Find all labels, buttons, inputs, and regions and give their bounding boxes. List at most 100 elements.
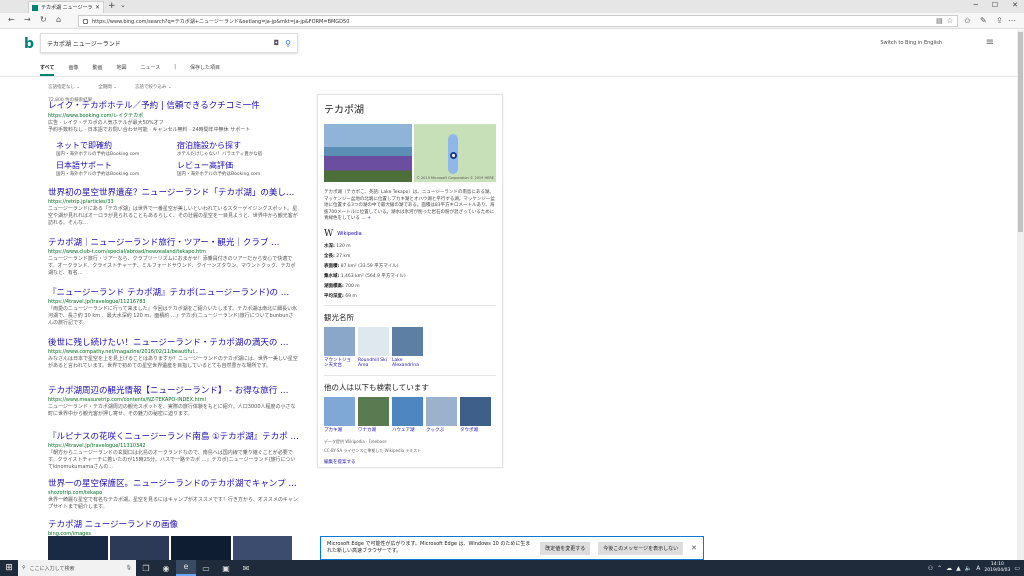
wikipedia-link[interactable]: Wikipedia xyxy=(337,231,361,237)
tab-news[interactable]: ニュース xyxy=(141,64,161,76)
image-thumbnail[interactable] xyxy=(232,536,292,560)
tab-saved[interactable]: 保存した項目 xyxy=(190,64,220,76)
sight-image[interactable] xyxy=(392,326,423,356)
people-image[interactable] xyxy=(426,396,457,426)
people-image[interactable] xyxy=(358,396,389,426)
task-view-icon[interactable]: ❐ xyxy=(136,564,156,573)
image-thumbnail[interactable] xyxy=(48,536,108,560)
volume-icon[interactable]: 🔈 xyxy=(965,565,972,572)
kp-wiki-source[interactable]: W Wikipedia xyxy=(324,229,496,239)
tray-chevron-icon[interactable]: ⌃ xyxy=(937,565,942,572)
people-image[interactable] xyxy=(460,396,491,426)
result-url[interactable]: https://www.compathy.net/magazine/2016/0… xyxy=(48,349,298,355)
people-image[interactable] xyxy=(392,396,423,426)
result-title[interactable]: 世界一の星空保護区。ニュージーランドのテカポ湖でキャンプ … xyxy=(48,477,298,489)
kp-map[interactable]: © 2019 Microsoft Corporation © 2019 HERE xyxy=(414,124,496,182)
store-icon[interactable]: ▣ xyxy=(216,564,236,573)
chrome-icon[interactable]: ◉ xyxy=(156,564,176,573)
people-item[interactable]: タウポ湖 xyxy=(460,396,491,434)
kp-suggest-edit-link[interactable]: 編集を提案する xyxy=(324,459,496,465)
result-url[interactable]: https://retrip.jp/articles/33 xyxy=(48,199,298,205)
filter-language[interactable]: 言語指定なし ⌄ xyxy=(48,84,80,90)
filter-region[interactable]: 言語で絞り込み ⌄ xyxy=(135,84,172,90)
people-icon[interactable]: ⚇ xyxy=(928,565,933,572)
result-title[interactable]: 『ルピナスの花咲くニュージーランド南島 ①テカポ湖』テカポ … xyxy=(48,430,298,442)
deeplink-item[interactable]: 宿泊施設から探す ホテルだけじゃない！バラエティ豊かな宿 xyxy=(177,140,298,157)
people-label[interactable]: プカキ湖 xyxy=(324,428,355,434)
deeplink-title[interactable]: ネットで即確約 xyxy=(56,140,177,151)
result-title[interactable]: 世界初の星空世界遺産？ニュージーランド「テカポ湖」の美し… xyxy=(48,186,298,198)
bing-logo-icon[interactable]: b xyxy=(24,36,34,52)
result-url[interactable]: https://www.club-t.com/special/abroad/ne… xyxy=(48,249,298,255)
pen-icon[interactable]: ✎ xyxy=(980,16,987,25)
search-input[interactable]: テカポ湖 ニュージーランド ◘ ⚲ xyxy=(40,33,298,53)
result-title[interactable]: テカポ湖 ニュージーランドの画像 xyxy=(48,518,298,530)
camera-icon[interactable]: ◘ xyxy=(274,39,280,47)
people-item[interactable]: ハウェア湖 xyxy=(392,396,423,434)
people-item[interactable]: クックぷ xyxy=(426,396,457,434)
reading-view-icon[interactable]: ▤ xyxy=(936,17,943,25)
result-url[interactable]: https://www.measuretrip.com/contents/NZ-… xyxy=(48,397,298,403)
maximize-icon[interactable]: ☐ xyxy=(992,1,998,9)
share-icon[interactable]: ⇪ xyxy=(996,16,1003,25)
mail-icon[interactable]: ✉ xyxy=(236,564,256,573)
people-item[interactable]: プカキ湖 xyxy=(324,396,355,434)
sight-item[interactable]: Lake Alexandrina xyxy=(392,326,423,369)
browser-tab[interactable]: テカポ湖 ニュージーランド - B ✕ xyxy=(28,1,104,13)
people-label[interactable]: ワナカ湖 xyxy=(358,428,389,434)
result-url[interactable]: https://4travel.jp/travelogue/11310342 xyxy=(48,443,298,449)
ime-icon[interactable]: A xyxy=(976,565,980,572)
windows-start-icon[interactable]: ⊞ xyxy=(0,563,18,573)
people-label[interactable]: タウポ湖 xyxy=(460,428,491,434)
sight-item[interactable]: マウントジョン天文台 xyxy=(324,326,355,369)
favorite-star-icon[interactable]: ☆ xyxy=(947,17,953,25)
dont-show-again-button[interactable]: 今後このメッセージを表示しない xyxy=(598,541,684,555)
tab-videos[interactable]: 動画 xyxy=(92,64,102,76)
deeplink-item[interactable]: 日本語サポート 国内・海外ホテルの予約はBooking.com xyxy=(56,160,177,177)
close-tab-icon[interactable]: ✕ xyxy=(95,4,100,11)
filter-date[interactable]: 全期間 ⌄ xyxy=(98,84,117,90)
tab-all[interactable]: すべて xyxy=(40,64,55,76)
result-url[interactable]: https://www.booking.com/レイクテカポ xyxy=(48,112,298,119)
taskbar-clock[interactable]: 14:10 2019/04/03 xyxy=(984,562,1010,574)
tab-images[interactable]: 画像 xyxy=(68,64,78,76)
home-icon[interactable]: ⌂ xyxy=(56,15,61,24)
sight-label[interactable]: マウントジョン天文台 xyxy=(324,358,355,369)
deeplink-title[interactable]: 日本語サポート xyxy=(56,160,177,171)
result-title[interactable]: 後世に残し続けたい！ニュージーランド・テカポ湖の満天の … xyxy=(48,336,298,348)
deeplink-title[interactable]: レビュー高評価 xyxy=(177,160,298,171)
onedrive-icon[interactable]: ☁ xyxy=(946,565,952,572)
close-notification-icon[interactable]: ✕ xyxy=(691,544,697,552)
sight-item[interactable]: Roundhill Ski Area xyxy=(358,326,389,369)
result-url[interactable]: shozotrip.com/tekapo xyxy=(48,490,298,496)
taskbar-search-input[interactable]: ⚲ ここに入力して検索 🎙 xyxy=(18,560,136,576)
kp-more-link[interactable]: + xyxy=(367,216,371,221)
tab-list-chevron-icon[interactable]: ⌄ xyxy=(120,1,126,9)
microphone-icon[interactable]: 🎙 xyxy=(126,565,132,571)
deeplink-item[interactable]: ネットで即確約 国内・海外ホテルの予約はBooking.com xyxy=(56,140,177,157)
people-label[interactable]: クックぷ xyxy=(426,428,457,434)
switch-language-link[interactable]: Switch to Bing in English xyxy=(880,40,942,46)
result-title[interactable]: 『ニュージーランド テカポ湖』テカポ(ニュージーランド)の … xyxy=(48,286,298,298)
sight-label[interactable]: Roundhill Ski Area xyxy=(358,358,389,369)
result-title[interactable]: レイク・テカポホテル／予約 | 信頼できるクチコミ一件 xyxy=(48,99,298,111)
sight-label[interactable]: Lake Alexandrina xyxy=(392,358,423,369)
scrollbar-thumb[interactable] xyxy=(1018,32,1023,232)
new-tab-button[interactable]: + xyxy=(108,1,116,11)
more-menu-icon[interactable]: ⋯ xyxy=(1008,16,1016,25)
image-thumbnail[interactable] xyxy=(171,536,231,560)
tab-maps[interactable]: 地図 xyxy=(116,64,126,76)
image-thumbnail[interactable] xyxy=(109,536,169,560)
file-explorer-icon[interactable]: ▭ xyxy=(196,564,216,573)
hamburger-menu-icon[interactable]: ≡ xyxy=(986,37,994,48)
result-title[interactable]: テカポ湖｜ニュージーランド旅行・ツアー・観光｜クラブ … xyxy=(48,236,298,248)
result-url[interactable]: https://4travel.jp/travelogue/11216783 xyxy=(48,299,298,305)
favorites-hub-icon[interactable]: ✩ xyxy=(964,16,971,25)
sight-image[interactable] xyxy=(324,326,355,356)
kp-photo[interactable] xyxy=(324,124,412,182)
result-title[interactable]: テカポ湖周辺の観光情報【ニュージーランド】 - お得な旅行 … xyxy=(48,384,298,396)
sight-image[interactable] xyxy=(358,326,389,356)
action-center-icon[interactable]: ▭ xyxy=(1014,565,1020,572)
address-input[interactable]: https://www.bing.com/search?q=テカポ湖+ニュージー… xyxy=(78,15,958,27)
minimize-icon[interactable]: ─ xyxy=(974,1,978,9)
